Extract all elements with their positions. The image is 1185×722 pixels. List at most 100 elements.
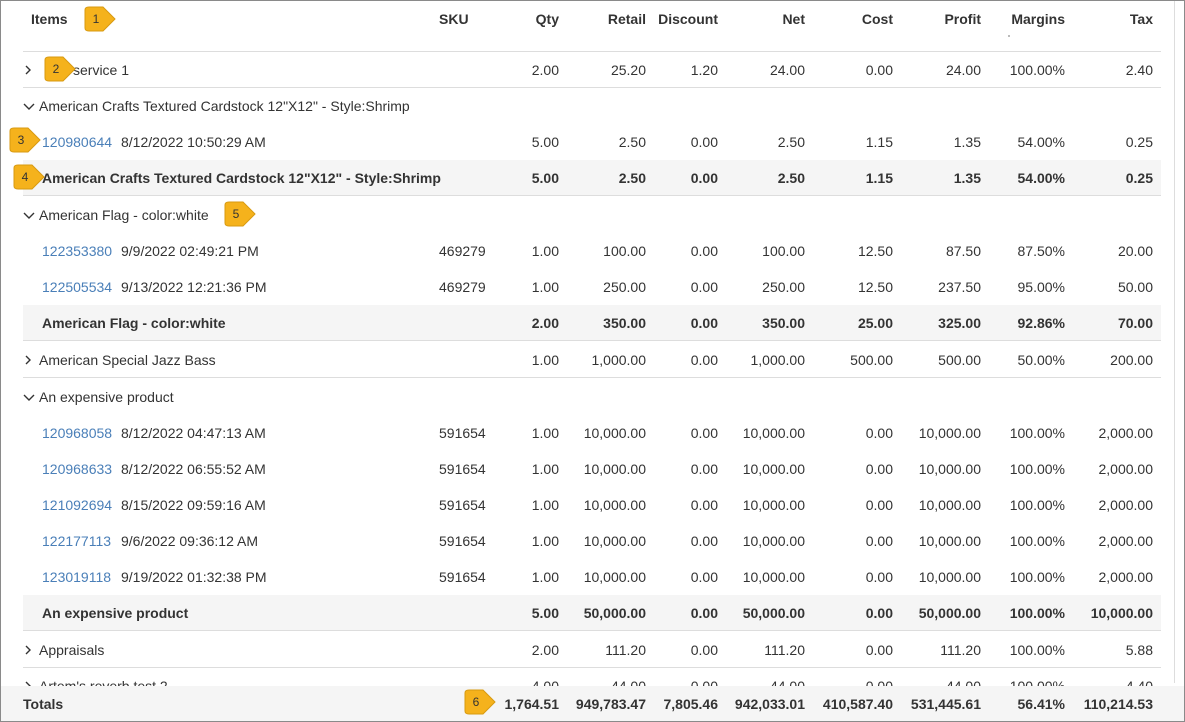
transaction-link[interactable]: 122353380	[42, 233, 112, 269]
retail-value: 2.50	[618, 170, 646, 186]
col-sku[interactable]: SKU	[439, 9, 469, 29]
qty-value: 1.00	[531, 497, 559, 513]
transaction-link[interactable]: 122505534	[42, 269, 112, 305]
net-value: 1,000.00	[750, 352, 806, 368]
net-value: 10,000.00	[742, 425, 805, 441]
retail-value: 2.50	[618, 134, 646, 150]
net-value: 2.50	[777, 134, 805, 150]
group-row-american-flag[interactable]: American Flag - color:white	[23, 197, 1161, 233]
transaction-link[interactable]: 121092694	[42, 487, 112, 523]
chevron-down-icon[interactable]	[23, 101, 35, 111]
col-cost[interactable]: Cost	[813, 9, 893, 29]
table-row: 122177113 9/6/2022 09:36:12 AM 591654 1.…	[23, 523, 1161, 559]
cost-value: 0.00	[865, 642, 893, 658]
col-tax[interactable]: Tax	[1068, 9, 1153, 29]
transaction-link[interactable]: 120968633	[42, 451, 112, 487]
profit-value: 10,000.00	[918, 425, 981, 441]
col-profit[interactable]: Profit	[898, 9, 981, 29]
col-items[interactable]: Items	[31, 9, 68, 29]
margins-value: 54.00%	[1017, 134, 1065, 150]
transaction-link[interactable]: 122177113	[42, 523, 111, 559]
table-row: 120980644 8/12/2022 10:50:29 AM 5.00 2.5…	[23, 124, 1161, 160]
tax-value: 5.88	[1125, 642, 1153, 658]
table-row: 123019118 9/19/2022 01:32:38 PM 591654 1…	[23, 559, 1161, 595]
callout-badge-4: 4	[10, 164, 46, 190]
transaction-date: 9/9/2022 02:49:21 PM	[121, 243, 259, 259]
qty-value: 1.00	[531, 533, 559, 549]
col-net[interactable]: Net	[723, 9, 805, 29]
table-row: 120968058 8/12/2022 04:47:13 AM 591654 1…	[23, 415, 1161, 451]
qty-value: 1.00	[531, 352, 559, 368]
totals-profit: 531,445.61	[910, 696, 981, 712]
group-row-expensive-product[interactable]: An expensive product	[23, 379, 1161, 415]
chevron-down-icon[interactable]	[23, 210, 35, 220]
group-row-appraisals[interactable]: Appraisals 2.00 111.20 0.00 111.20 0.00 …	[23, 632, 1161, 668]
totals-label: Totals	[23, 696, 64, 712]
profit-value: 10,000.00	[918, 497, 981, 513]
qty-value: 1.00	[531, 425, 559, 441]
chevron-right-icon[interactable]	[23, 65, 33, 75]
margins-value: 100.00%	[1009, 605, 1065, 621]
qty-value: 5.00	[531, 134, 559, 150]
qty-value: 1.00	[531, 461, 559, 477]
totals-net: 942,033.01	[734, 696, 805, 712]
cost-value: 0.00	[865, 461, 893, 477]
subtotal-name: American Crafts Textured Cardstock 12"X1…	[42, 170, 441, 186]
col-retail[interactable]: Retail	[566, 9, 646, 29]
profit-value: 87.50	[945, 243, 981, 259]
discount-value: 0.00	[690, 497, 718, 513]
retail-value: 1,000.00	[591, 352, 647, 368]
margins-value: 50.00%	[1017, 352, 1065, 368]
qty-value: 5.00	[531, 170, 559, 186]
sku-value: 591654	[439, 425, 486, 441]
discount-value: 0.00	[690, 134, 718, 150]
cost-value: 1.15	[865, 170, 893, 186]
transaction-date: 8/12/2022 10:50:29 AM	[121, 134, 266, 150]
group-name: service 1	[73, 62, 130, 78]
group-name: American Special Jazz Bass	[39, 352, 216, 368]
retail-value: 350.00	[603, 315, 646, 331]
discount-value: 1.20	[690, 62, 718, 78]
retail-value: 111.20	[605, 642, 646, 658]
transaction-date: 8/15/2022 09:59:16 AM	[121, 497, 266, 513]
sort-indicator	[1008, 35, 1010, 37]
tax-value: 2,000.00	[1098, 533, 1154, 549]
col-discount[interactable]: Discount	[653, 9, 718, 29]
discount-value: 0.00	[690, 425, 718, 441]
discount-value: 0.00	[690, 569, 718, 585]
group-row-cardstock[interactable]: American Crafts Textured Cardstock 12"X1…	[23, 88, 1161, 124]
group-row-jazz-bass[interactable]: American Special Jazz Bass 1.00 1,000.00…	[23, 342, 1161, 378]
col-margins[interactable]: Margins	[988, 9, 1065, 29]
sku-value: 469279	[439, 243, 486, 259]
cost-value: 500.00	[850, 352, 893, 368]
totals-qty: 1,764.51	[504, 696, 560, 712]
totals-row: Totals 1,764.51 949,783.47 7,805.46 942,…	[1, 686, 1184, 721]
transaction-link[interactable]: 123019118	[42, 559, 111, 595]
qty-value: 1.00	[531, 569, 559, 585]
callout-badge-2: 2	[41, 56, 77, 82]
profit-value: 10,000.00	[918, 533, 981, 549]
cost-value: 0.00	[865, 425, 893, 441]
qty-value: 1.00	[531, 279, 559, 295]
cost-value: 12.50	[857, 243, 893, 259]
chevron-right-icon[interactable]	[23, 355, 33, 365]
chevron-down-icon[interactable]	[23, 392, 35, 402]
transaction-link[interactable]: 120968058	[42, 415, 112, 451]
discount-value: 0.00	[690, 461, 718, 477]
margins-value: 100.00%	[1009, 569, 1065, 585]
cost-value: 0.00	[865, 497, 893, 513]
subtotal-row-expensive-product: An expensive product 5.00 50,000.00 0.00…	[23, 595, 1161, 631]
discount-value: 0.00	[690, 533, 718, 549]
margins-value: 100.00%	[1009, 497, 1065, 513]
chevron-right-icon[interactable]	[23, 645, 33, 655]
transaction-link[interactable]: 120980644	[42, 124, 112, 160]
col-qty[interactable]: Qty	[499, 9, 559, 29]
qty-value: 1.00	[531, 243, 559, 259]
net-value: 24.00	[769, 62, 805, 78]
group-row-service-1[interactable]: service 1 2.00 25.20 1.20 24.00 0.00 24.…	[23, 52, 1161, 88]
tax-value: 2,000.00	[1098, 569, 1154, 585]
sku-value: 469279	[439, 279, 486, 295]
profit-value: 500.00	[938, 352, 981, 368]
vertical-divider	[1174, 1, 1175, 683]
net-value: 10,000.00	[742, 461, 805, 477]
